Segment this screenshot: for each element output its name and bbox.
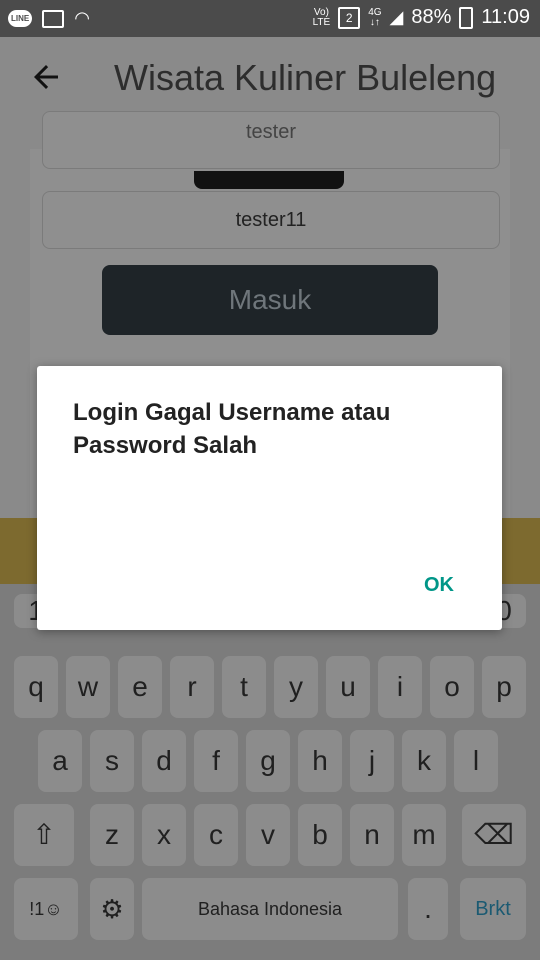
line-app-icon: LINE [8,10,33,27]
enter-key[interactable]: Brkt [460,878,526,940]
gear-icon: ⚙ [100,894,124,924]
key-v[interactable]: v [246,804,290,866]
clock: 11:09 [481,6,530,28]
key-y[interactable]: y [274,656,318,718]
key-w[interactable]: w [66,656,110,718]
shift-icon: ⇧ [32,819,56,850]
keyboard: 1 0 q w e r t y u i o p a s d f g h j k … [0,584,540,960]
key-g[interactable]: g [246,730,290,792]
key-j[interactable]: j [350,730,394,792]
symbols-key[interactable]: !1☺ [14,878,78,940]
dialog-message: Login Gagal Username atau Password Salah [73,399,391,459]
key-z[interactable]: z [90,804,134,866]
battery-icon [459,6,474,29]
key-c[interactable]: c [194,804,238,866]
login-button[interactable]: Masuk [102,265,438,335]
page-title: Wisata Kuliner Buleleng [114,57,497,98]
app-bar: Wisata Kuliner Buleleng [0,37,540,121]
signal-icon: ◢ [389,7,404,27]
key-x[interactable]: x [142,804,186,866]
key-i[interactable]: i [378,656,422,718]
decorative-bar [194,171,344,189]
key-m[interactable]: m [402,804,446,866]
back-arrow-icon[interactable] [28,59,64,101]
wifi-icon: ◠ [74,8,90,28]
backspace-icon: ⌫ [474,819,514,850]
key-d[interactable]: d [142,730,186,792]
key-r[interactable]: r [170,656,214,718]
key-f[interactable]: f [194,730,238,792]
key-p[interactable]: p [482,656,526,718]
settings-key[interactable]: ⚙ [90,878,134,940]
sim-indicator: 2 [338,6,361,29]
backspace-key[interactable]: ⌫ [462,804,526,866]
key-b[interactable]: b [298,804,342,866]
key-n[interactable]: n [350,804,394,866]
gallery-icon [42,9,65,28]
space-key[interactable]: Bahasa Indonesia [142,878,398,940]
back-arrow-svg [34,65,58,89]
key-q[interactable]: q [14,656,58,718]
key-a[interactable]: a [38,730,82,792]
status-bar: LINE ◠ Vo) LTE 2 4G ↓↑ ◢ 88% 11:09 [0,0,540,37]
key-k[interactable]: k [402,730,446,792]
ok-button[interactable]: OK [424,574,454,597]
volte-indicator: Vo) LTE [312,6,331,28]
battery-percent: 88% [411,6,452,28]
period-key[interactable]: . [408,878,448,940]
key-s[interactable]: s [90,730,134,792]
key-e[interactable]: e [118,656,162,718]
username-field[interactable]: tester [42,111,500,169]
key-t[interactable]: t [222,656,266,718]
network-indicator: 4G ↓↑ [368,6,382,28]
login-failed-dialog: Login Gagal Username atau Password Salah… [37,366,502,630]
key-u[interactable]: u [326,656,370,718]
key-h[interactable]: h [298,730,342,792]
shift-key[interactable]: ⇧ [14,804,74,866]
key-l[interactable]: l [454,730,498,792]
key-o[interactable]: o [430,656,474,718]
password-field[interactable]: tester11 [42,191,500,249]
